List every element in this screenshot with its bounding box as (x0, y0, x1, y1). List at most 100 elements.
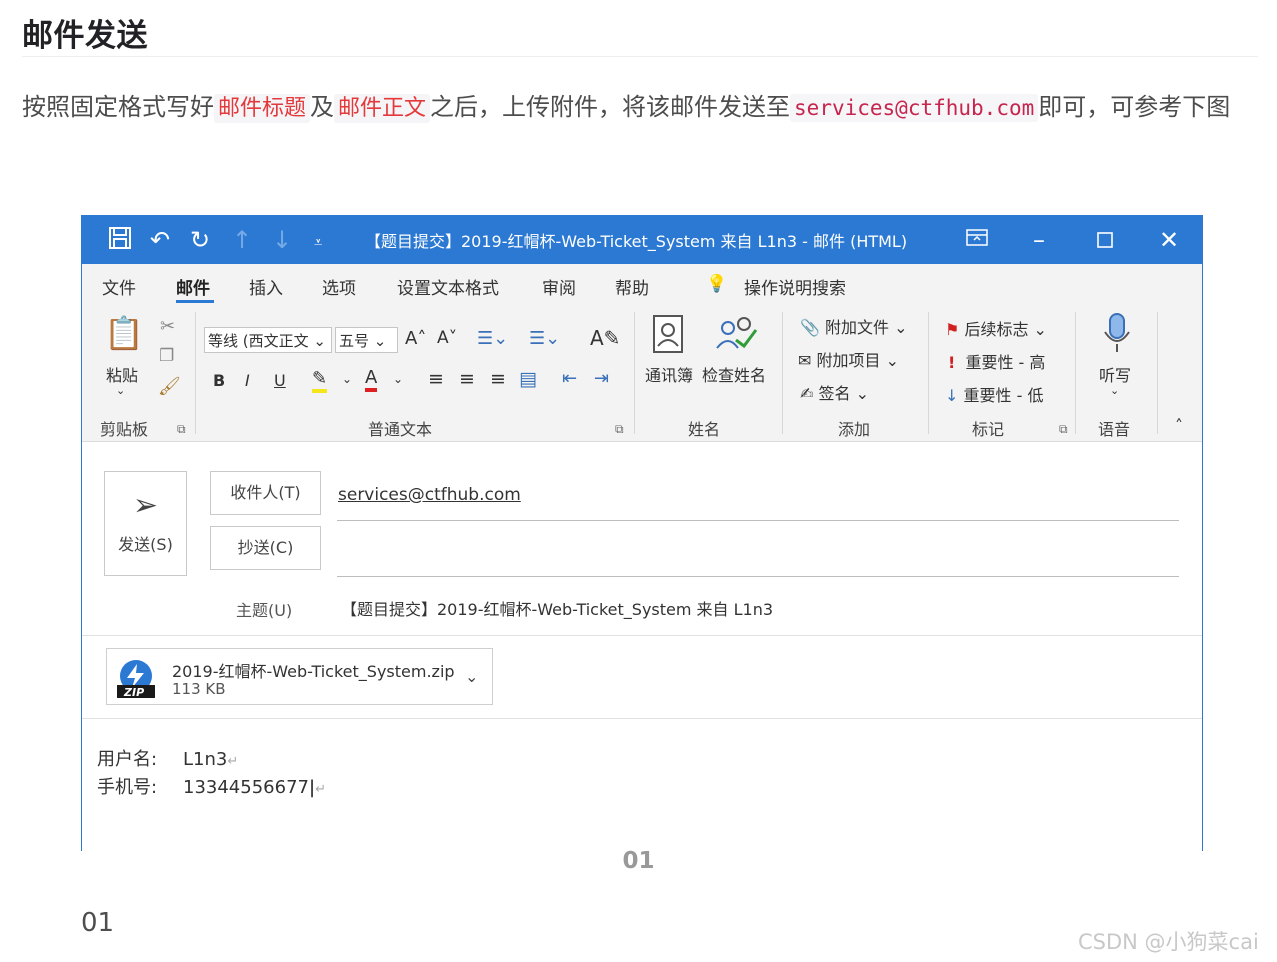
numbering-icon[interactable]: ☰⌄ (529, 328, 560, 349)
dictate-dropdown-icon[interactable]: ⌄ (1110, 384, 1119, 397)
username-value: L1n3 (183, 749, 228, 770)
zip-badge: ZIP (124, 686, 145, 699)
chevron-down-icon[interactable]: ⌄ (465, 667, 478, 686)
save-icon[interactable] (108, 226, 132, 256)
cc-button[interactable]: 抄送(C) (210, 526, 321, 570)
paste-icon[interactable]: 📋 (104, 314, 144, 352)
microphone-icon[interactable] (1102, 312, 1132, 364)
arrow-down-icon[interactable]: ↓ (272, 226, 292, 254)
tags-launcher-icon[interactable]: ⧉ (1059, 422, 1068, 437)
font-color-icon[interactable]: A (365, 367, 378, 392)
signature-button[interactable]: ✍ 签名 ⌄ (800, 380, 869, 404)
tab-insert[interactable]: 插入 (249, 274, 283, 299)
figure-caption: 01 (622, 848, 655, 874)
font-size-select[interactable]: 五号 ⌄ (335, 327, 398, 353)
subject-field[interactable]: 【题目提交】2019-红帽杯-Web-Ticket_System 来自 L1n3 (341, 596, 773, 620)
cc-field-underline (337, 576, 1179, 577)
attachment-divider (82, 718, 1202, 719)
justify-icon[interactable]: ▤ (519, 368, 537, 390)
paragraph-mark-icon: ↵ (315, 782, 326, 797)
inline-code-email: services@ctfhub.com (790, 94, 1039, 122)
group-separator (634, 312, 635, 434)
inline-code-subject: 邮件标题 (214, 94, 311, 123)
copy-icon[interactable]: ❐ (159, 346, 174, 366)
paste-dropdown-icon[interactable]: ⌄ (116, 384, 125, 397)
align-right-icon[interactable]: ≡ (490, 368, 506, 390)
ribbon: 📋 粘贴 ⌄ ✂ ❐ 🖌 剪贴板 ⧉ 等线 (西文正文 ⌄ 五号 ⌄ A˄ A˅… (82, 304, 1202, 442)
clipboard-launcher-icon[interactable]: ⧉ (177, 422, 186, 437)
attachment-card[interactable]: ZIP 2019-红帽杯-Web-Ticket_System.zip 113 K… (106, 648, 493, 705)
basic-text-launcher-icon[interactable]: ⧉ (615, 422, 624, 437)
align-left-icon[interactable]: ≡ (428, 368, 444, 390)
article-paragraph: 按照固定格式写好 邮件标题及邮件正文 之后，上传附件，将该邮件发送至 services… (22, 80, 1262, 136)
grow-font-icon[interactable]: A˄ (405, 328, 426, 349)
close-icon[interactable]: ✕ (1159, 226, 1179, 254)
shrink-font-icon[interactable]: A˅ (437, 328, 457, 348)
increase-indent-icon[interactable]: ⇥ (594, 368, 609, 389)
subject-label: 主题(U) (236, 601, 293, 620)
align-center-icon[interactable]: ≡ (459, 368, 475, 390)
clear-formatting-icon[interactable]: A✎ (590, 326, 620, 350)
low-importance-button[interactable]: ↓ 重要性 - 低 (945, 382, 1043, 406)
tab-format-text[interactable]: 设置文本格式 (397, 274, 499, 299)
format-painter-icon[interactable]: 🖌 (158, 376, 181, 397)
address-book-icon[interactable] (652, 314, 686, 362)
active-tab-indicator (176, 300, 214, 303)
minimize-icon[interactable]: – (1033, 226, 1045, 254)
send-icon: ➢ (132, 488, 159, 523)
send-button[interactable]: ➢ 发送(S) (104, 471, 187, 576)
outlook-compose-window: ↶ ↻ ↑ ↓ ⩡ 【题目提交】2019-红帽杯-Web-Ticket_Syst… (81, 215, 1203, 851)
tab-message[interactable]: 邮件 (176, 274, 210, 299)
highlight-dropdown-icon[interactable]: ⌄ (342, 372, 352, 386)
body-line-user[interactable]: 用户名: L1n3↵ (97, 745, 238, 771)
undo-icon[interactable]: ↶ (150, 226, 170, 254)
inline-code-body: 邮件正文 (334, 94, 431, 123)
para-text-3: 之后，上传附件，将该邮件发送至 (430, 93, 791, 121)
tab-file[interactable]: 文件 (102, 274, 136, 299)
high-importance-button[interactable]: ! 重要性 - 高 (948, 349, 1045, 373)
bold-icon[interactable]: B (213, 371, 225, 390)
collapse-ribbon-icon[interactable]: ˄ (1175, 416, 1183, 435)
group-separator (195, 312, 196, 434)
para-text-4: 即可，可参考下图 (1038, 93, 1231, 121)
follow-up-button[interactable]: ⚑ 后续标志 ⌄ (945, 316, 1047, 340)
italic-icon[interactable]: I (245, 371, 250, 390)
para-text-2: 及 (310, 93, 335, 121)
tab-help[interactable]: 帮助 (615, 274, 649, 299)
names-group-label: 姓名 (688, 420, 721, 439)
group-separator (928, 312, 929, 434)
header-divider (82, 635, 1202, 636)
maximize-icon[interactable] (1097, 226, 1113, 254)
check-names-button[interactable]: 检查姓名 (702, 362, 766, 386)
redo-icon[interactable]: ↻ (190, 226, 210, 254)
arrow-up-icon[interactable]: ↑ (232, 226, 252, 254)
cut-icon[interactable]: ✂ (160, 316, 175, 337)
tags-group-label: 标记 (972, 420, 1005, 439)
tab-review[interactable]: 审阅 (542, 274, 576, 299)
para-text-1: 按照固定格式写好 (22, 93, 214, 121)
quick-access-menu-icon[interactable]: ⩡ (314, 228, 322, 256)
underline-icon[interactable]: U (274, 371, 286, 390)
to-field-underline (337, 520, 1179, 521)
to-field[interactable]: services@ctfhub.com (338, 485, 521, 505)
phone-label: 手机号: (97, 777, 158, 798)
font-name-select[interactable]: 等线 (西文正文 ⌄ (204, 327, 332, 353)
tab-options[interactable]: 选项 (322, 274, 356, 299)
bullets-icon[interactable]: ☰⌄ (477, 328, 508, 349)
font-color-dropdown-icon[interactable]: ⌄ (393, 372, 403, 386)
attach-file-button[interactable]: 📎 附加文件 ⌄ (800, 314, 908, 338)
to-button[interactable]: 收件人(T) (210, 471, 321, 515)
highlight-icon[interactable]: ✎ (312, 368, 328, 393)
clipboard-group-label: 剪贴板 (100, 420, 149, 439)
body-line-phone[interactable]: 手机号: 13344556677|↵ (97, 773, 326, 799)
address-book-button[interactable]: 通讯簿 (645, 362, 693, 386)
group-separator (782, 312, 783, 434)
attach-item-button[interactable]: ✉ 附加项目 ⌄ (798, 347, 899, 371)
ribbon-display-icon[interactable] (966, 228, 988, 257)
group-separator (1075, 312, 1076, 434)
decrease-indent-icon[interactable]: ⇤ (562, 368, 577, 389)
tell-me-search[interactable]: 操作说明搜索 (744, 274, 846, 299)
dictate-button[interactable]: 听写 (1099, 362, 1131, 386)
paste-button[interactable]: 粘贴 (106, 362, 138, 386)
check-names-icon[interactable] (714, 314, 758, 362)
